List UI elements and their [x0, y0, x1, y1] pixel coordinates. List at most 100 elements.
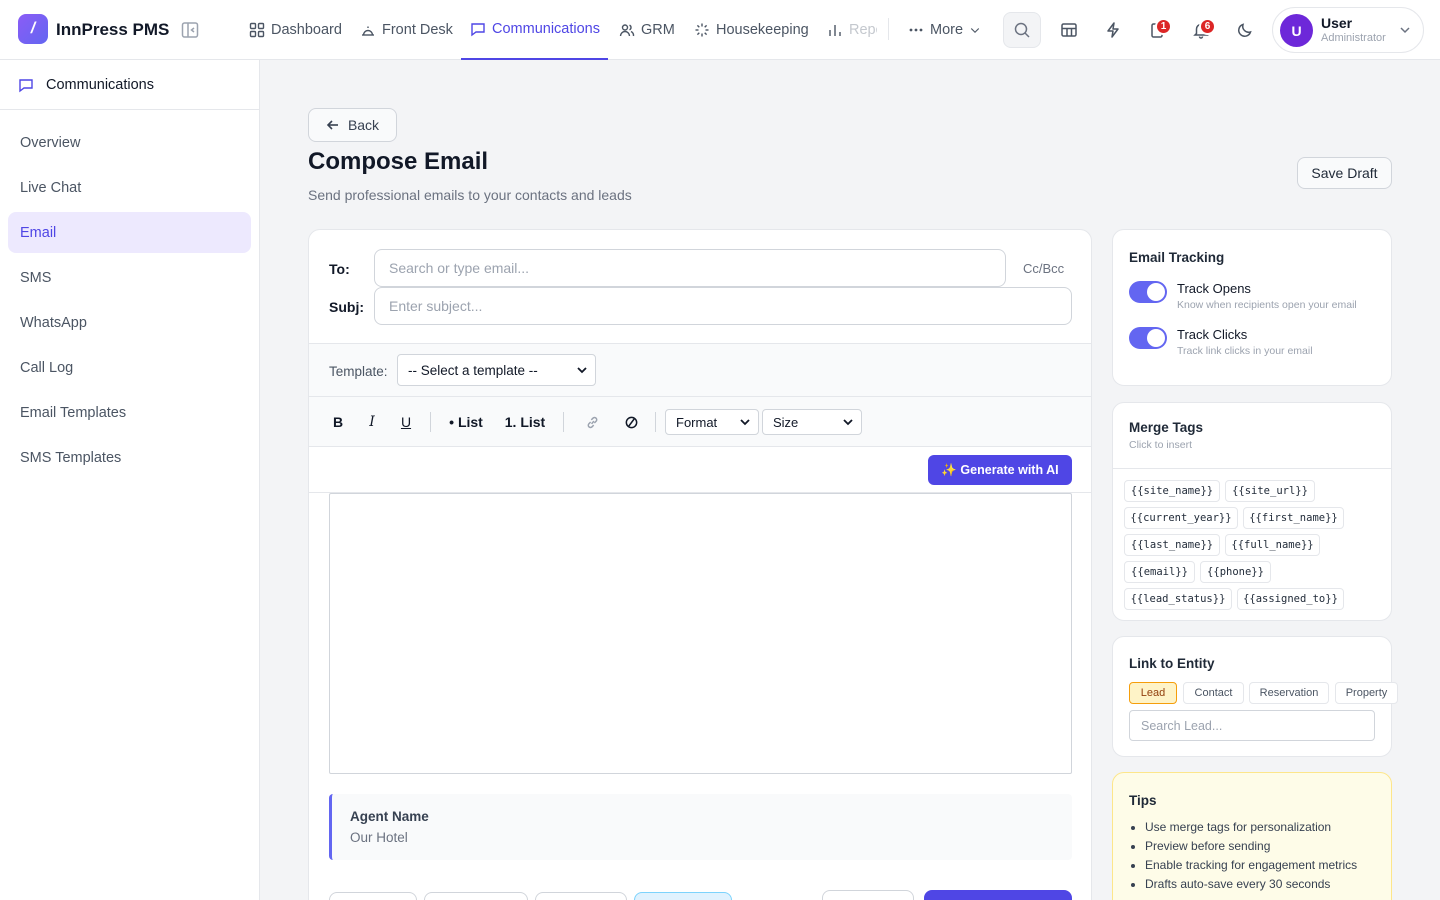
toolbar-divider: [655, 412, 656, 432]
email-body-editor[interactable]: [329, 493, 1072, 774]
entity-search-input[interactable]: Search Lead...: [1129, 710, 1375, 741]
send-button[interactable]: [924, 890, 1072, 900]
chevron-down-icon: [577, 367, 587, 374]
bold-button[interactable]: B: [327, 409, 349, 435]
nav-grm[interactable]: GRM: [619, 0, 675, 60]
underline-button[interactable]: U: [395, 409, 417, 435]
tip-item: Use merge tags for personalization: [1145, 820, 1357, 839]
nav-label: Housekeeping: [716, 22, 809, 38]
nav-dashboard[interactable]: Dashboard: [249, 0, 342, 60]
cc-bcc-link[interactable]: Cc/Bcc: [1023, 261, 1064, 276]
footer-button[interactable]: [329, 892, 417, 900]
tasks-button[interactable]: 1: [1138, 12, 1176, 48]
nav-label: GRM: [641, 22, 675, 38]
nav-label: Dashboard: [271, 22, 342, 38]
sidebar-item-email[interactable]: Email: [8, 212, 251, 253]
size-select-value: Size: [773, 414, 799, 430]
sidebar-item-sms[interactable]: SMS: [8, 257, 251, 298]
entity-tab-lead[interactable]: Lead: [1129, 682, 1177, 704]
merge-tag[interactable]: {{full_name}}: [1225, 534, 1320, 556]
save-draft-button[interactable]: Save Draft: [1297, 157, 1392, 189]
entity-tab-contact[interactable]: Contact: [1183, 682, 1244, 704]
entity-tab-property[interactable]: Property: [1335, 682, 1398, 704]
page-title: Compose Email: [308, 148, 489, 175]
top-navbar: / InnPress PMS Dashboard Front Desk Comm…: [0, 0, 1440, 60]
footer-button[interactable]: [822, 890, 914, 900]
format-select[interactable]: Format: [665, 409, 759, 435]
user-menu[interactable]: U User Administrator: [1272, 7, 1424, 53]
footer-button[interactable]: [424, 892, 528, 900]
merge-tag[interactable]: {{assigned_to}}: [1237, 588, 1344, 610]
italic-button[interactable]: I: [361, 409, 383, 435]
size-select[interactable]: Size: [762, 409, 862, 435]
subject-input[interactable]: Enter subject...: [374, 287, 1072, 325]
sidebar-title: Communications: [46, 76, 154, 93]
track-opens-toggle[interactable]: [1129, 281, 1167, 303]
merge-tag[interactable]: {{site_url}}: [1225, 480, 1315, 502]
merge-tag[interactable]: {{site_name}}: [1124, 480, 1220, 502]
footer-button[interactable]: [535, 892, 627, 900]
merge-tag[interactable]: {{last_name}}: [1124, 534, 1220, 556]
track-clicks-label: Track Clicks: [1177, 327, 1248, 342]
email-signature: Agent Name Our Hotel: [329, 794, 1072, 860]
page-subtitle: Send professional emails to your contact…: [308, 187, 632, 203]
sidebar-header: Communications: [0, 60, 259, 110]
sidebar-collapse-icon[interactable]: [180, 20, 200, 40]
sidebar-item-sms-templates[interactable]: SMS Templates: [8, 437, 251, 478]
app-logo[interactable]: /: [18, 14, 48, 44]
template-select[interactable]: -- Select a template --: [397, 354, 596, 386]
lightning-icon: [1107, 22, 1119, 38]
merge-tag[interactable]: {{first_name}}: [1243, 507, 1344, 529]
merge-tag[interactable]: {{current_year}}: [1124, 507, 1238, 529]
sidebar-item-email-templates[interactable]: Email Templates: [8, 392, 251, 433]
chevron-down-icon: [843, 419, 853, 426]
notifications-badge: 6: [1199, 18, 1216, 35]
to-label: To:: [329, 261, 350, 277]
sidebar-item-overview[interactable]: Overview: [8, 122, 251, 163]
nav-front-desk[interactable]: Front Desk: [360, 0, 453, 60]
email-tracking-card: Email Tracking Track Opens Know when rec…: [1112, 229, 1392, 386]
to-input[interactable]: Search or type email...: [374, 249, 1006, 287]
merge-tag[interactable]: {{email}}: [1124, 561, 1195, 583]
track-clicks-toggle[interactable]: [1129, 327, 1167, 349]
clear-format-button[interactable]: [620, 409, 642, 435]
app-brand[interactable]: InnPress PMS: [56, 20, 169, 40]
tip-item: Drafts auto-save every 30 seconds: [1145, 877, 1357, 896]
merge-tag[interactable]: {{phone}}: [1200, 561, 1271, 583]
link-entity-title: Link to Entity: [1129, 656, 1215, 671]
nav-reports[interactable]: Repo: [827, 0, 877, 60]
entity-tab-reservation[interactable]: Reservation: [1249, 682, 1329, 704]
sidebar-item-call-log[interactable]: Call Log: [8, 347, 251, 388]
editor-toolbar: B I U • List 1. List Format Size: [309, 397, 1091, 447]
nav-housekeeping[interactable]: Housekeeping: [694, 0, 809, 60]
nav-label: Repo: [849, 22, 877, 38]
back-button[interactable]: Back: [308, 108, 397, 142]
bullet-list-button[interactable]: • List: [445, 409, 487, 435]
nav-label: Front Desk: [382, 22, 453, 38]
quick-actions-button[interactable]: [1094, 12, 1132, 48]
merge-tag[interactable]: {{lead_status}}: [1124, 588, 1232, 610]
sidebar-item-whatsapp[interactable]: WhatsApp: [8, 302, 251, 343]
track-opens-desc: Know when recipients open your email: [1177, 299, 1357, 311]
toolbar-divider: [430, 412, 431, 432]
nav-more[interactable]: More: [908, 0, 981, 60]
template-row: Template: -- Select a template --: [309, 343, 1091, 397]
link-entity-card: Link to Entity Lead Contact Reservation …: [1112, 636, 1398, 757]
table-view-button[interactable]: [1050, 12, 1088, 48]
template-select-value: -- Select a template --: [408, 362, 538, 378]
nav-label: More: [930, 22, 964, 38]
compose-card: To: Search or type email... Cc/Bcc Subj:…: [308, 229, 1092, 900]
bar-chart-icon: [829, 25, 841, 36]
chat-icon: [19, 78, 33, 92]
link-button[interactable]: [581, 409, 603, 435]
theme-toggle-button[interactable]: [1226, 12, 1264, 48]
notifications-button[interactable]: 6: [1182, 12, 1220, 48]
footer-button[interactable]: [634, 892, 732, 900]
search-button[interactable]: [1003, 12, 1041, 48]
numbered-list-button[interactable]: 1. List: [501, 409, 549, 435]
grid-icon: [249, 22, 265, 38]
sidebar-item-live-chat[interactable]: Live Chat: [8, 167, 251, 208]
generate-ai-button[interactable]: ✨ Generate with AI: [928, 455, 1072, 485]
sidebar: Communications Overview Live Chat Email …: [0, 60, 260, 900]
nav-communications[interactable]: Communications: [461, 0, 608, 60]
